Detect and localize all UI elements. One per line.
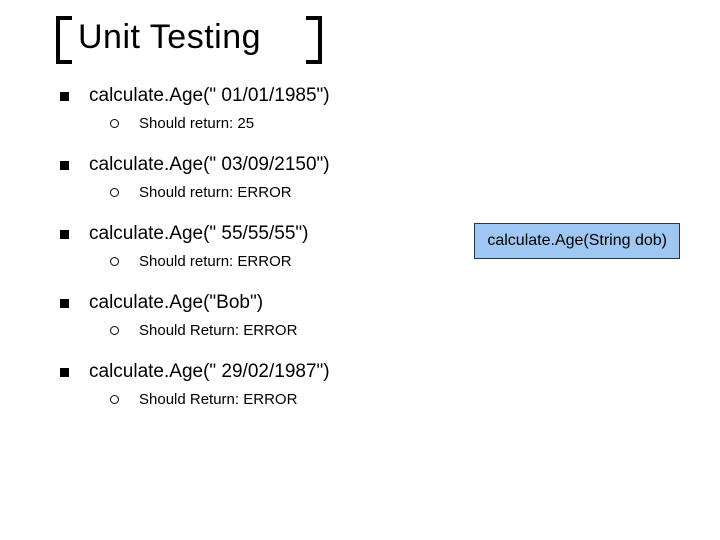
item-subtext: Should Return: ERROR [139,322,297,339]
bracket-left-icon [56,16,72,64]
list-item: calculate.Age(" 03/09/2150") Should retu… [60,154,680,201]
title-wrap: Unit Testing [50,18,680,57]
item-text: calculate.Age(" 01/01/1985") [89,85,330,107]
item-subtext: Should return: ERROR [139,253,292,270]
circle-bullet-icon [110,188,119,197]
square-bullet-icon [60,161,69,170]
item-text: calculate.Age(" 55/55/55") [89,223,308,245]
item-text: calculate.Age(" 29/02/1987") [89,361,330,383]
slide: Unit Testing calculate.Age(" 01/01/1985"… [0,0,720,540]
item-subtext: Should return: ERROR [139,184,292,201]
square-bullet-icon [60,230,69,239]
item-text: calculate.Age("Bob") [89,292,263,314]
square-bullet-icon [60,368,69,377]
item-subtext: Should Return: ERROR [139,391,297,408]
callout-box: calculate.Age(String dob) [474,223,680,259]
list-item: calculate.Age(" 01/01/1985") Should retu… [60,85,680,132]
item-text: calculate.Age(" 03/09/2150") [89,154,330,176]
item-subtext: Should return: 25 [139,115,254,132]
square-bullet-icon [60,299,69,308]
list-item: calculate.Age(" 29/02/1987") Should Retu… [60,361,680,408]
circle-bullet-icon [110,395,119,404]
list-item: calculate.Age("Bob") Should Return: ERRO… [60,292,680,339]
circle-bullet-icon [110,119,119,128]
bracket-right-icon [306,16,322,64]
circle-bullet-icon [110,257,119,266]
page-title: Unit Testing [78,18,680,57]
content: calculate.Age(" 01/01/1985") Should retu… [50,85,680,408]
square-bullet-icon [60,92,69,101]
circle-bullet-icon [110,326,119,335]
callout-text: calculate.Age(String dob) [487,232,667,249]
